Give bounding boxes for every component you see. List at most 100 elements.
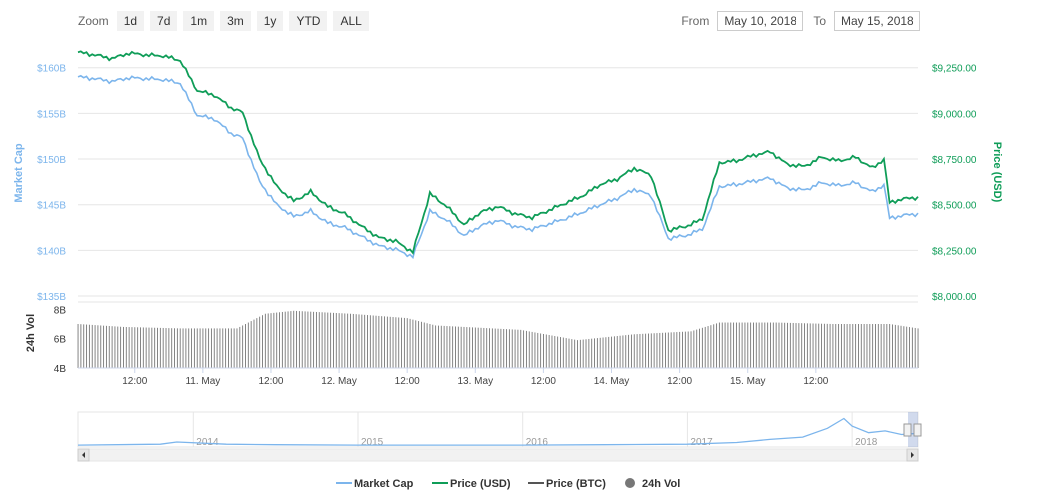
zoom-7d-button[interactable]: 7d	[150, 11, 178, 31]
volume-bar	[222, 328, 224, 368]
volume-bar	[491, 328, 493, 368]
volume-bar	[429, 324, 431, 368]
volume-bar	[236, 328, 238, 368]
volume-bar	[415, 320, 417, 368]
volume-bar	[168, 328, 170, 368]
volume-bar	[151, 327, 153, 368]
volume-bar	[523, 330, 525, 368]
navigator-right-handle[interactable]	[913, 423, 922, 437]
volume-bar	[350, 313, 351, 368]
volume-bar	[562, 337, 564, 368]
volume-bar	[446, 326, 448, 368]
legend-item[interactable]: 24h Vol	[625, 478, 680, 490]
volume-bar	[534, 332, 536, 368]
volume-bar	[528, 331, 530, 368]
volume-bar	[653, 333, 655, 368]
volume-bar	[290, 311, 292, 368]
volume-bar	[755, 322, 757, 368]
zoom-ytd-button[interactable]: YTD	[289, 11, 328, 31]
volume-bar	[367, 315, 368, 368]
volume-bar	[86, 324, 88, 368]
volume-bar	[273, 312, 275, 368]
volume-bar	[710, 325, 712, 368]
volume-bar	[108, 326, 110, 368]
volume-bar	[426, 323, 428, 368]
volume-bar	[193, 328, 195, 368]
volume-bar	[747, 322, 749, 368]
volume-bar	[250, 321, 252, 368]
zoom-1y-button[interactable]: 1y	[256, 11, 284, 31]
legend-item[interactable]: Price (BTC)	[528, 478, 606, 490]
volume-bar	[699, 328, 700, 368]
volume-bar	[398, 317, 400, 368]
scrollbar-track[interactable]	[77, 448, 919, 462]
volume-bar	[855, 324, 857, 368]
volume-tick-label: 8B	[54, 305, 67, 316]
legend-item[interactable]: Market Cap	[336, 478, 414, 490]
zoom-1m-button[interactable]: 1m	[183, 11, 215, 31]
volume-bar	[733, 322, 735, 368]
right-tick-label: $8,000.00	[932, 292, 977, 303]
navigator-left-handle[interactable]	[903, 423, 912, 437]
volume-bar	[608, 336, 610, 368]
legend-item[interactable]: Price (USD)	[432, 478, 511, 490]
volume-bar	[281, 311, 283, 368]
volume-bar	[279, 312, 280, 368]
volume-bar	[83, 324, 85, 368]
to-date-input[interactable]	[834, 11, 920, 31]
volume-bar	[869, 324, 871, 368]
volume-bar	[315, 311, 317, 368]
right-tick-label: $9,000.00	[932, 109, 977, 120]
volume-bar	[117, 326, 119, 368]
volume-bar	[420, 321, 422, 368]
right-tick-label: $8,750.00	[932, 155, 977, 166]
volume-bar	[693, 330, 695, 368]
volume-bar	[105, 325, 107, 368]
zoom-1d-button[interactable]: 1d	[116, 11, 145, 31]
x-tick-label: 12. May	[321, 376, 357, 387]
volume-bar	[551, 335, 553, 368]
volume-bar	[239, 326, 241, 368]
volume-bar	[753, 322, 754, 368]
zoom-all-button[interactable]: ALL	[333, 11, 369, 31]
volume-bar	[781, 322, 783, 368]
volume-bar	[514, 329, 516, 368]
volume-bar	[860, 324, 862, 368]
zoom-3m-button[interactable]: 3m	[220, 11, 251, 31]
volume-bar	[449, 326, 451, 368]
volume-bar	[230, 328, 232, 368]
volume-bar	[815, 323, 817, 368]
volume-bar	[625, 335, 627, 368]
volume-bar	[264, 313, 266, 368]
volume-bar	[687, 331, 689, 368]
volume-bar	[585, 339, 587, 368]
volume-bar	[486, 328, 488, 368]
volume-bar	[909, 327, 910, 368]
volume-bar	[840, 324, 842, 368]
navigator-year-label: 2018	[855, 437, 878, 448]
volume-bar	[171, 328, 173, 368]
volume-bar	[789, 322, 791, 368]
volume-bar	[571, 339, 573, 368]
volume-bar	[557, 336, 559, 368]
volume-bar	[792, 322, 794, 368]
volume-bar	[293, 310, 295, 368]
volume-bar	[735, 322, 737, 368]
volume-bar	[579, 339, 581, 368]
price-usd-line	[77, 50, 919, 255]
right-tick-label: $8,250.00	[932, 246, 977, 257]
to-label: To	[813, 14, 826, 28]
volume-bar	[798, 323, 800, 368]
volume-bar	[455, 326, 456, 368]
volume-bar	[140, 327, 141, 368]
volume-bar	[114, 326, 116, 368]
volume-bar	[324, 312, 326, 368]
from-date-input[interactable]	[717, 11, 804, 31]
volume-bar	[157, 327, 158, 368]
left-tick-label: $145B	[37, 201, 66, 212]
volume-bar	[565, 338, 567, 368]
volume-bar	[159, 327, 161, 368]
volume-bar	[267, 313, 269, 368]
volume-tick-label: 6B	[54, 335, 67, 346]
volume-bar	[665, 332, 666, 368]
